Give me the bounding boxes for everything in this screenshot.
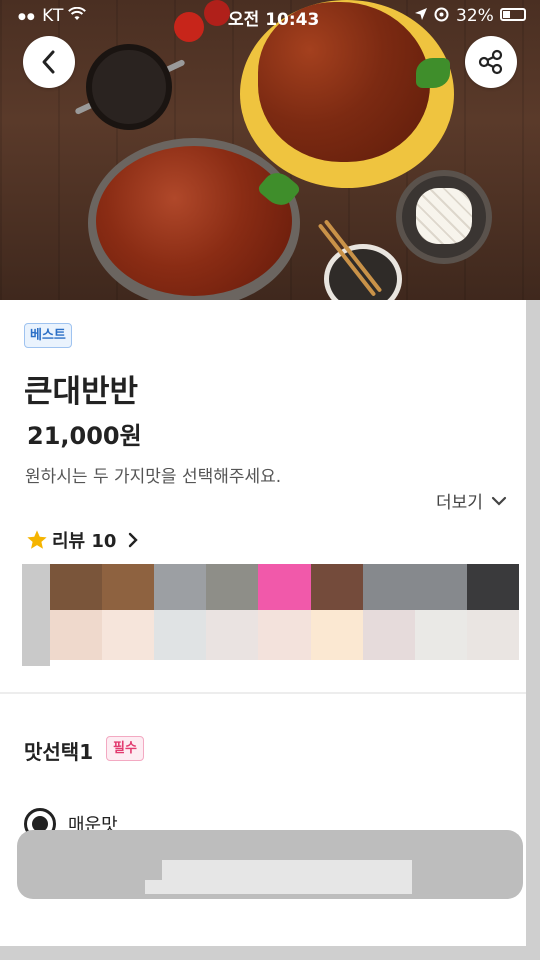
- more-label: 더보기: [436, 493, 483, 513]
- back-icon: [42, 50, 55, 74]
- required-badge: 필수: [106, 736, 144, 761]
- pickled-radish-bowl: [396, 170, 492, 264]
- share-button[interactable]: [465, 36, 517, 88]
- wifi-icon: [68, 7, 86, 20]
- review-photo-thumb[interactable]: [102, 564, 155, 610]
- review-photo-thumb[interactable]: [414, 610, 467, 660]
- product-name: 큰대반반: [24, 374, 139, 410]
- review-photo-thumb[interactable]: [310, 564, 363, 610]
- review-photo-thumb[interactable]: [50, 610, 103, 660]
- option-section-title: 맛선택1: [24, 740, 94, 764]
- review-photo-thumb[interactable]: [154, 564, 207, 610]
- battery-percent: 32%: [456, 6, 494, 26]
- review-count: 리뷰 10: [52, 531, 117, 552]
- carrier-label: ●● KT: [18, 6, 65, 26]
- review-photo-thumb[interactable]: [466, 610, 519, 660]
- review-photo-thumb[interactable]: [102, 610, 155, 660]
- status-bar: ●● KT 오전 10:43 32%: [0, 0, 540, 30]
- share-icon: [478, 49, 503, 75]
- review-photo-thumb[interactable]: [466, 564, 519, 610]
- product-price: 21,000원: [27, 422, 142, 450]
- more-button[interactable]: 더보기: [436, 488, 507, 513]
- back-button[interactable]: [23, 36, 75, 88]
- review-photo-row-bottom: [50, 610, 519, 660]
- review-photo-thumb[interactable]: [154, 610, 207, 660]
- chicken-dish: [96, 146, 292, 296]
- review-photo-row-top: [50, 564, 519, 610]
- best-badge: 베스트: [24, 323, 72, 348]
- alarm-icon: [434, 7, 449, 22]
- review-photo-thumb[interactable]: [362, 564, 415, 610]
- review-photo-thumb[interactable]: [206, 610, 259, 660]
- battery-icon: [500, 8, 526, 21]
- product-description: 원하시는 두 가지맛을 선택해주세요.: [25, 467, 282, 487]
- chevron-right-icon: [129, 532, 139, 548]
- clock: 오전 10:43: [228, 10, 320, 30]
- button-label-redacted: [162, 860, 412, 894]
- product-hero-image: [0, 0, 540, 300]
- add-to-cart-button[interactable]: [17, 830, 523, 899]
- location-arrow-icon: [415, 8, 427, 20]
- review-photo-thumb[interactable]: [50, 564, 103, 610]
- herb-garnish: [416, 58, 450, 88]
- sauce-bowl-decoration: [86, 44, 172, 130]
- review-photo-placeholder: [22, 564, 50, 666]
- review-photo-thumb[interactable]: [206, 564, 259, 610]
- review-photo-thumb[interactable]: [310, 610, 363, 660]
- review-photo-thumb[interactable]: [414, 564, 467, 610]
- review-photo-thumb[interactable]: [362, 610, 415, 660]
- section-divider: [0, 692, 526, 694]
- review-photo-thumb[interactable]: [258, 564, 311, 610]
- chevron-down-icon: [491, 496, 507, 506]
- review-photo-thumb[interactable]: [258, 610, 311, 660]
- review-photo-strip[interactable]: [22, 564, 519, 666]
- star-icon: [27, 530, 47, 549]
- button-label-redacted: [145, 880, 185, 894]
- review-link[interactable]: 리뷰 10: [26, 527, 140, 553]
